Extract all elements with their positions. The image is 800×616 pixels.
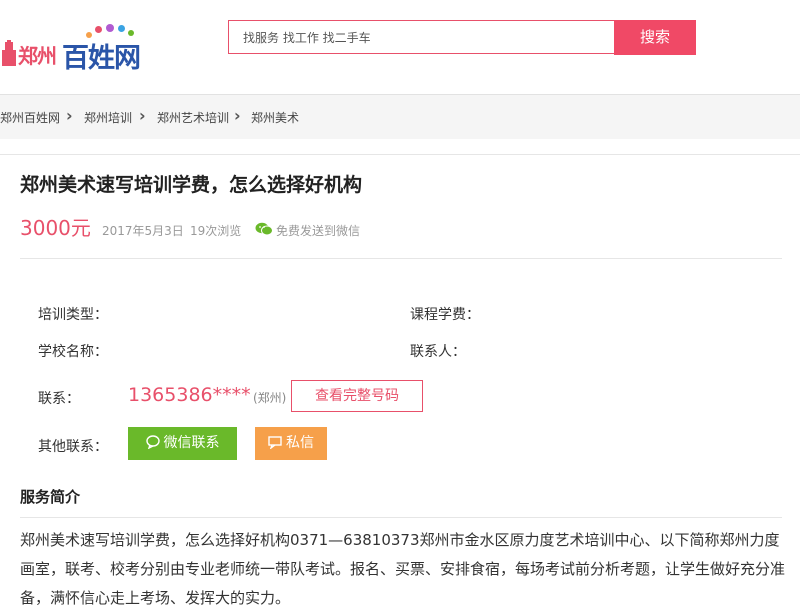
phone-number: 1365386**** (128, 384, 251, 406)
service-heading: 服务简介 (20, 488, 81, 506)
search-button[interactable]: 搜索 (614, 20, 696, 55)
search-input[interactable] (241, 21, 605, 55)
logo-city: 郑州 (18, 44, 57, 68)
chevron-right-icon: › (139, 106, 146, 125)
service-description: 郑州美术速写培训学费，怎么选择好机构0371—63810373郑州市金水区原力度… (20, 531, 786, 607)
send-to-wechat-link[interactable]: 免费发送到微信 (276, 222, 360, 239)
breadcrumb-item-fine-art[interactable]: 郑州美术 (251, 109, 299, 126)
message-icon (268, 436, 282, 450)
phone-location: (郑州) (253, 391, 287, 405)
private-message-label: 私信 (286, 435, 314, 451)
breadcrumb-item-home[interactable]: 郑州百姓网 (0, 109, 60, 126)
breadcrumb-item-art-training[interactable]: 郑州艺术培训 (157, 109, 229, 126)
chevron-right-icon: › (234, 106, 241, 125)
listing-date: 2017年5月3日 (102, 224, 184, 238)
breadcrumb-item-training[interactable]: 郑州培训 (84, 109, 132, 126)
site-header: 郑州 百姓网 搜索 (0, 0, 800, 95)
training-type-label: 培训类型： (38, 307, 108, 323)
site-logo[interactable]: 郑州 百姓网 (0, 22, 170, 74)
tuition-label: 课程学费： (410, 307, 480, 323)
divider (20, 517, 782, 518)
logo-brand: 百姓网 (62, 43, 141, 74)
chat-icon (145, 435, 160, 450)
wechat-icon (255, 222, 273, 236)
listing-title: 郑州美术速写培训学费，怎么选择好机构 (20, 174, 363, 196)
view-full-number-button[interactable]: 查看完整号码 (291, 380, 423, 412)
contact-person-label: 联系人： (410, 344, 466, 360)
building-icon (2, 40, 16, 66)
listing-price: 3000元 (20, 216, 91, 240)
contact-label: 联系： (38, 391, 80, 407)
school-name-label: 学校名称： (38, 344, 108, 360)
listing-views: 19次浏览 (190, 224, 242, 238)
search-box (228, 20, 614, 55)
other-contact-label: 其他联系： (38, 439, 108, 455)
wechat-contact-label: 微信联系 (163, 435, 220, 451)
chevron-right-icon: › (66, 106, 73, 125)
divider (20, 258, 782, 259)
breadcrumb: 郑州百姓网 › 郑州培训 › 郑州艺术培训 › 郑州美术 (0, 95, 800, 139)
private-message-button[interactable]: 私信 (255, 427, 327, 460)
wechat-contact-button[interactable]: 微信联系 (128, 427, 237, 460)
